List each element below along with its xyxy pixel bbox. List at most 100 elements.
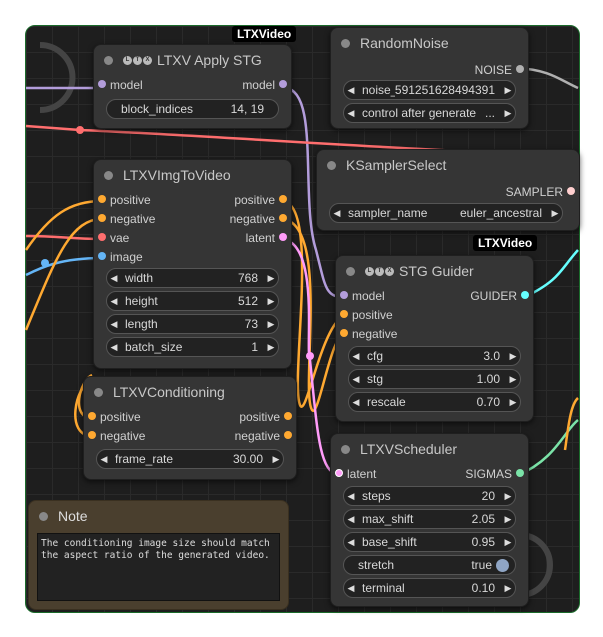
width-widget[interactable]: ◀ width 768 ▶ (106, 268, 279, 288)
increment-arrow-icon[interactable]: ▶ (269, 454, 283, 465)
negative-output-socket[interactable] (279, 214, 287, 222)
latent-output-socket[interactable] (279, 233, 287, 241)
node-title[interactable]: LTXVScheduler (331, 434, 528, 464)
decrement-arrow-icon[interactable]: ◀ (107, 296, 121, 307)
negative-output-socket[interactable] (284, 431, 292, 439)
increment-arrow-icon[interactable]: ▶ (264, 296, 278, 307)
node-note[interactable]: Note The conditioning image size should … (28, 500, 289, 610)
ltx-logo-icon: LTX (365, 266, 394, 276)
frame-rate-widget[interactable]: ◀ frame_rate 30.00 ▶ (96, 449, 284, 469)
model-output-socket[interactable] (279, 80, 287, 88)
decrement-arrow-icon[interactable]: ◀ (344, 514, 358, 525)
increment-arrow-icon[interactable]: ▶ (501, 108, 515, 119)
length-widget[interactable]: ◀ length 73 ▶ (106, 314, 279, 334)
input-label: negative (100, 428, 146, 443)
node-stg-guider[interactable]: LTX STG Guider model GUIDER positive neg… (335, 255, 534, 422)
increment-arrow-icon[interactable]: ▶ (501, 537, 515, 548)
guider-output-socket[interactable] (521, 291, 529, 299)
increment-arrow-icon[interactable]: ▶ (548, 208, 562, 219)
node-ltxv-conditioning[interactable]: LTXVConditioning positive positive negat… (83, 376, 297, 480)
noise-seed-widget[interactable]: ◀ noise_seed 591251628494391 ▶ (343, 80, 516, 100)
collapse-dot-icon[interactable] (346, 266, 355, 276)
collapse-dot-icon[interactable] (341, 38, 350, 48)
max-shift-widget[interactable]: ◀ max_shift 2.05 ▶ (343, 509, 516, 529)
increment-arrow-icon[interactable]: ▶ (501, 514, 515, 525)
decrement-arrow-icon[interactable]: ◀ (349, 397, 363, 408)
collapse-dot-icon[interactable] (341, 444, 350, 454)
node-ksampler-select[interactable]: KSamplerSelect SAMPLER ◀ sampler_name eu… (316, 149, 580, 231)
decrement-arrow-icon[interactable]: ◀ (344, 108, 358, 119)
increment-arrow-icon[interactable]: ▶ (501, 491, 515, 502)
decrement-arrow-icon[interactable]: ◀ (349, 374, 363, 385)
control-after-generate-widget[interactable]: ◀ control after generate ... ▶ (343, 103, 516, 123)
sampler-output-socket[interactable] (567, 187, 575, 195)
model-input-socket[interactable] (98, 80, 106, 88)
socket-row: image (94, 247, 291, 266)
node-ltxv-apply-stg[interactable]: LTX LTXV Apply STG model model block_ind… (93, 44, 292, 129)
decrement-arrow-icon[interactable]: ◀ (107, 273, 121, 284)
positive-input-socket[interactable] (88, 412, 96, 420)
decrement-arrow-icon[interactable]: ◀ (344, 85, 358, 96)
decrement-arrow-icon[interactable]: ◀ (107, 342, 121, 353)
increment-arrow-icon[interactable]: ▶ (264, 273, 278, 284)
vae-input-socket[interactable] (98, 233, 106, 241)
increment-arrow-icon[interactable]: ▶ (506, 374, 520, 385)
positive-input-socket[interactable] (98, 195, 106, 203)
widget-label: rescale (367, 395, 406, 409)
decrement-arrow-icon[interactable]: ◀ (349, 351, 363, 362)
positive-input-socket[interactable] (340, 310, 348, 318)
node-title[interactable]: KSamplerSelect (317, 150, 579, 180)
block-indices-field[interactable]: block_indices 14, 19 (106, 99, 279, 119)
terminal-widget[interactable]: ◀ terminal 0.10 ▶ (343, 578, 516, 598)
positive-output-socket[interactable] (279, 195, 287, 203)
note-textarea[interactable]: The conditioning image size should match… (37, 533, 280, 601)
noise-output-socket[interactable] (516, 65, 524, 73)
decrement-arrow-icon[interactable]: ◀ (107, 319, 121, 330)
negative-input-socket[interactable] (98, 214, 106, 222)
node-title[interactable]: LTXVImgToVideo (94, 160, 291, 190)
decrement-arrow-icon[interactable]: ◀ (344, 537, 358, 548)
node-title-text: RandomNoise (360, 35, 449, 51)
node-title[interactable]: LTXVConditioning (84, 377, 296, 407)
increment-arrow-icon[interactable]: ▶ (264, 319, 278, 330)
batch-size-widget[interactable]: ◀ batch_size 1 ▶ (106, 337, 279, 357)
negative-input-socket[interactable] (88, 431, 96, 439)
collapse-dot-icon[interactable] (327, 160, 336, 170)
node-ltxv-img-to-video[interactable]: LTXVImgToVideo positive positive negativ… (93, 159, 292, 369)
decrement-arrow-icon[interactable]: ◀ (344, 491, 358, 502)
negative-input-socket[interactable] (340, 329, 348, 337)
node-random-noise[interactable]: RandomNoise NOISE ◀ noise_seed 591251628… (330, 27, 529, 129)
steps-widget[interactable]: ◀ steps 20 ▶ (343, 486, 516, 506)
node-ltxv-scheduler[interactable]: LTXVScheduler latent SIGMAS ◀ steps 20 ▶… (330, 433, 529, 607)
increment-arrow-icon[interactable]: ▶ (506, 351, 520, 362)
decrement-arrow-icon[interactable]: ◀ (330, 208, 344, 219)
latent-input-socket[interactable] (335, 469, 343, 477)
decrement-arrow-icon[interactable]: ◀ (97, 454, 111, 465)
collapse-dot-icon[interactable] (39, 511, 48, 521)
height-widget[interactable]: ◀ height 512 ▶ (106, 291, 279, 311)
base-shift-widget[interactable]: ◀ base_shift 0.95 ▶ (343, 532, 516, 552)
model-input-socket[interactable] (340, 291, 348, 299)
node-title-text: STG Guider (399, 263, 474, 279)
cfg-widget[interactable]: ◀ cfg 3.0 ▶ (348, 346, 521, 366)
increment-arrow-icon[interactable]: ▶ (506, 397, 520, 408)
rescale-widget[interactable]: ◀ rescale 0.70 ▶ (348, 392, 521, 412)
node-title[interactable]: LTX STG Guider (336, 256, 533, 286)
stg-widget[interactable]: ◀ stg 1.00 ▶ (348, 369, 521, 389)
increment-arrow-icon[interactable]: ▶ (264, 342, 278, 353)
stretch-toggle[interactable]: stretch true (343, 555, 516, 575)
collapse-dot-icon[interactable] (94, 387, 103, 397)
increment-arrow-icon[interactable]: ▶ (501, 85, 515, 96)
node-title[interactable]: LTX LTXV Apply STG (94, 45, 291, 75)
node-title[interactable]: RandomNoise (331, 28, 528, 58)
sigmas-output-socket[interactable] (516, 469, 524, 477)
toggle-knob-icon[interactable] (496, 558, 509, 572)
image-input-socket[interactable] (98, 252, 106, 260)
collapse-dot-icon[interactable] (104, 55, 113, 65)
decrement-arrow-icon[interactable]: ◀ (344, 583, 358, 594)
positive-output-socket[interactable] (284, 412, 292, 420)
node-title[interactable]: Note (29, 501, 288, 531)
sampler-name-widget[interactable]: ◀ sampler_name euler_ancestral ▶ (329, 203, 563, 223)
increment-arrow-icon[interactable]: ▶ (501, 583, 515, 594)
collapse-dot-icon[interactable] (104, 170, 113, 180)
